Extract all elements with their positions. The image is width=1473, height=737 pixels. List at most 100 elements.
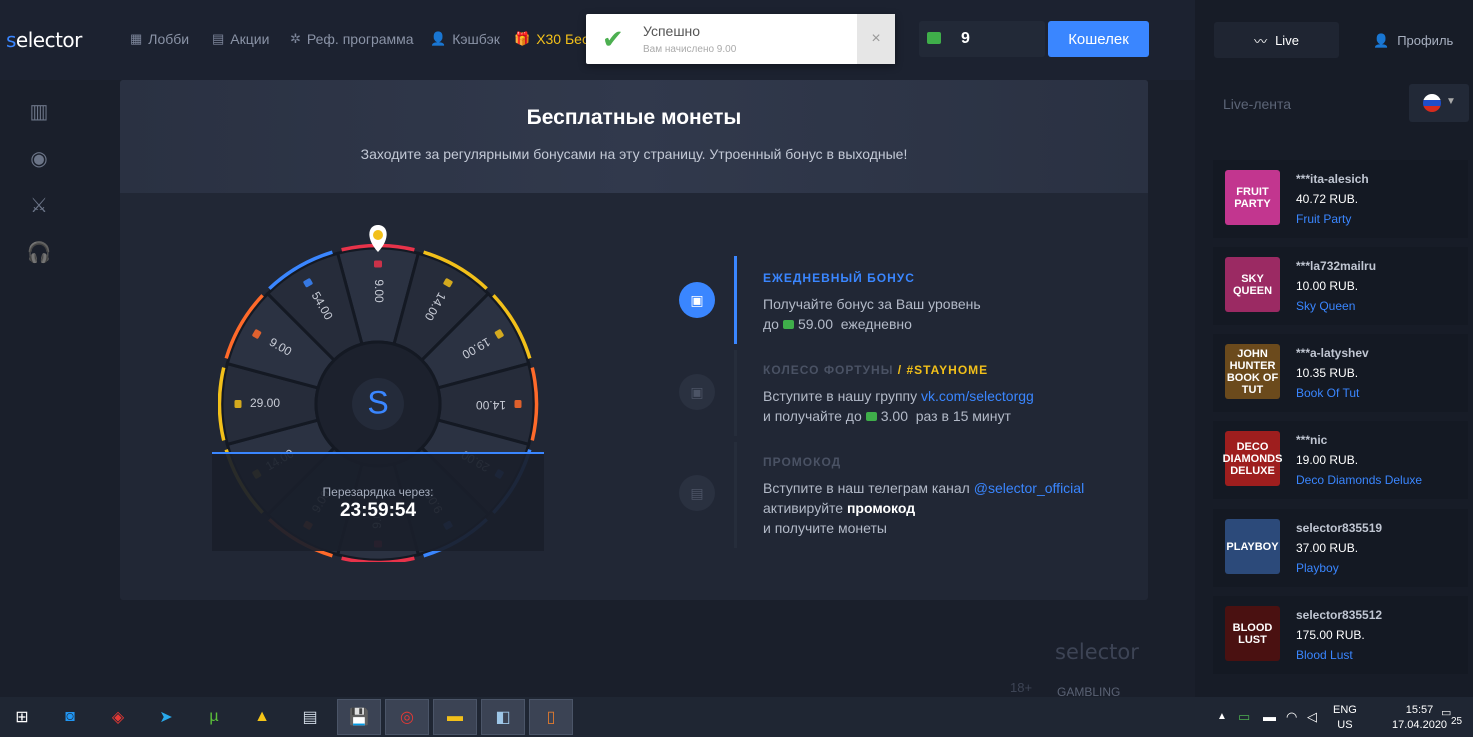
utorrent-icon[interactable]: µ xyxy=(192,699,236,735)
game-thumbnail[interactable]: FRUIT PARTY xyxy=(1225,170,1280,225)
card-banner xyxy=(120,80,1148,193)
app-icon[interactable]: ◈ xyxy=(96,699,140,735)
close-icon: × xyxy=(871,30,881,47)
page-subtitle: Заходите за регулярными бонусами на эту … xyxy=(360,146,908,162)
crossed-swords-icon[interactable]: ⚔ xyxy=(26,194,52,217)
nav-referral[interactable]: ✲ Реф. программа xyxy=(290,31,414,47)
gift-icon[interactable]: ▣ xyxy=(679,374,715,410)
feed-username: ***nic xyxy=(1296,433,1328,447)
balance-amount: 9 xyxy=(961,30,970,47)
live-feed-title: Live-лента xyxy=(1223,96,1292,112)
wheel-segment-label: 29.00 xyxy=(250,396,280,410)
feed-game-link[interactable]: Sky Queen xyxy=(1296,299,1355,313)
game-thumbnail[interactable]: DECO DIAMONDS DELUXE xyxy=(1223,431,1282,486)
cash-icon xyxy=(782,320,794,329)
live-feed-item[interactable]: FRUIT PARTY ***ita-alesich 40.72 RUB. Fruit… xyxy=(1213,160,1468,238)
feed-username: ***ita-alesich xyxy=(1296,172,1369,186)
ticket-icon[interactable]: ▤ xyxy=(679,475,715,511)
headset-icon[interactable]: 🎧 xyxy=(26,241,52,264)
triangle-app-icon[interactable]: ▲ xyxy=(240,699,284,735)
live-feed-item[interactable]: JOHN HUNTER BOOK OF TUT ***a-latyshev 10.3… xyxy=(1213,334,1468,412)
feed-amount: 37.00 RUB. xyxy=(1296,541,1359,555)
game-thumbnail[interactable]: BLOOD LUST xyxy=(1225,606,1280,661)
notepad-icon[interactable]: ▤ xyxy=(288,699,332,735)
feed-username: selector835519 xyxy=(1296,521,1383,535)
wifi-icon[interactable]: ◠ xyxy=(1286,709,1297,725)
battery-icon[interactable]: ▬ xyxy=(1263,709,1276,724)
nav-x30-free[interactable]: 🎁 Х30 Бесп xyxy=(514,31,597,47)
promo-text: Вступите в наш телеграм канал @selector_… xyxy=(763,480,1085,536)
feed-game-link[interactable]: Deco Diamonds Deluxe xyxy=(1296,473,1422,487)
age-badge: 18+ xyxy=(1010,680,1033,695)
feed-username: ***a-latyshev xyxy=(1296,346,1369,360)
instagram-icon[interactable]: ◙ xyxy=(48,699,92,735)
feed-game-link[interactable]: Blood Lust xyxy=(1296,648,1353,662)
promotions-icon: ▤ xyxy=(212,31,225,46)
toast-title: Успешно xyxy=(643,23,701,39)
live-feed-item[interactable]: SKY QUEEN ***la732mailru 10.00 RUB. Sky Que… xyxy=(1213,247,1468,325)
toast-close-button[interactable]: × xyxy=(857,14,895,64)
live-feed-item[interactable]: DECO DIAMONDS DELUXE ***nic 19.00 RUB. Deco… xyxy=(1213,421,1468,499)
window-app-icon[interactable]: ◧ xyxy=(481,699,525,735)
live-feed-item[interactable]: PLAYBOY selector835519 37.00 RUB. Playboy xyxy=(1213,509,1468,587)
user-icon: 👤 xyxy=(1373,33,1390,48)
language-selector[interactable]: ▼ xyxy=(1409,84,1469,122)
live-button[interactable]: 〰 Live xyxy=(1214,22,1339,58)
vk-group-link[interactable]: vk.com/selectorgg xyxy=(921,388,1034,404)
language-indicator[interactable]: ENG US xyxy=(1333,703,1357,733)
cooldown-label: Перезарядка через: xyxy=(322,485,434,499)
feed-amount: 10.35 RUB. xyxy=(1296,366,1359,380)
profile-link[interactable]: 👤 Профиль xyxy=(1373,33,1453,49)
footer-logo: selector xyxy=(1055,640,1139,664)
cooldown-overlay: Перезарядка через: 23:59:54 xyxy=(212,452,544,551)
telegram-channel-link[interactable]: @selector_official xyxy=(974,480,1084,496)
wallet-button[interactable]: Кошелек xyxy=(1048,21,1149,57)
monitor-icon[interactable]: ▭ xyxy=(1238,709,1250,725)
coins-icon[interactable]: ◉ xyxy=(26,147,52,170)
telegram-icon[interactable]: ➤ xyxy=(144,699,188,735)
referral-icon: ✲ xyxy=(290,31,301,46)
cooldown-timer: 23:59:54 xyxy=(339,500,417,521)
wheel-pointer-dot xyxy=(373,230,383,240)
save-icon[interactable]: 💾 xyxy=(337,699,381,735)
wheel-logo: S xyxy=(367,384,388,420)
nav-cashback[interactable]: 👤 Кэшбэк xyxy=(430,31,500,47)
russia-flag-icon xyxy=(1423,94,1441,112)
success-toast: ✔ Успешно Вам начислено 9.00 × xyxy=(586,14,895,64)
nav-promotions[interactable]: ▤ Акции xyxy=(212,31,269,47)
daily-bonus-text: Получайте бонус за Ваш уровень до 59.00 е… xyxy=(763,296,981,332)
chrome-icon[interactable]: ◎ xyxy=(385,699,429,735)
trend-icon: 〰 xyxy=(1254,33,1268,49)
wheel-bonus-heading: КОЛЕСО ФОРТУНЫ / #STAYHOME xyxy=(763,363,989,377)
feed-game-link[interactable]: Book Of Tut xyxy=(1296,386,1359,400)
slots-icon[interactable]: ▥ xyxy=(26,100,52,123)
feed-amount: 10.00 RUB. xyxy=(1296,279,1359,293)
lobby-icon: ▦ xyxy=(130,31,143,46)
game-thumbnail[interactable]: PLAYBOY xyxy=(1225,519,1280,574)
gift-icon: 🎁 xyxy=(514,31,531,46)
logo[interactable]: selector xyxy=(6,28,82,52)
balance-display[interactable]: 9 xyxy=(919,21,1045,57)
tray-chevron-icon[interactable]: ▲ xyxy=(1217,711,1227,722)
notifications-icon[interactable]: ▭ 25 xyxy=(1441,706,1465,728)
game-thumbnail[interactable]: SKY QUEEN xyxy=(1225,257,1280,312)
wheel-bonus-text: Вступите в нашу группу vk.com/selectorgg… xyxy=(763,388,1034,424)
gift-icon[interactable]: ▣ xyxy=(679,282,715,318)
feed-amount: 175.00 RUB. xyxy=(1296,628,1365,642)
feed-game-link[interactable]: Fruit Party xyxy=(1296,212,1351,226)
live-feed-item[interactable]: BLOOD LUST selector835512 175.00 RUB. Blood… xyxy=(1213,596,1468,674)
clock[interactable]: 15:57 17.04.2020 xyxy=(1392,703,1447,733)
nav-lobby[interactable]: ▦ Лобби xyxy=(130,31,189,47)
feed-amount: 19.00 RUB. xyxy=(1296,453,1359,467)
feed-game-link[interactable]: Playboy xyxy=(1296,561,1339,575)
daily-bonus-heading: ЕЖЕДНЕВНЫЙ БОНУС xyxy=(763,271,915,285)
toast-message: Вам начислено 9.00 xyxy=(643,44,737,55)
windows-start-icon[interactable]: ⊞ xyxy=(0,699,44,735)
app-icon[interactable]: ▯ xyxy=(529,699,573,735)
folder-icon[interactable]: ▬ xyxy=(433,699,477,735)
wheel-segment-label: 9.00 xyxy=(372,279,386,303)
coin-icon xyxy=(374,260,382,268)
feed-username: selector835512 xyxy=(1296,608,1383,622)
game-thumbnail[interactable]: JOHN HUNTER BOOK OF TUT xyxy=(1225,344,1280,399)
volume-icon[interactable]: ◁ xyxy=(1307,709,1317,725)
